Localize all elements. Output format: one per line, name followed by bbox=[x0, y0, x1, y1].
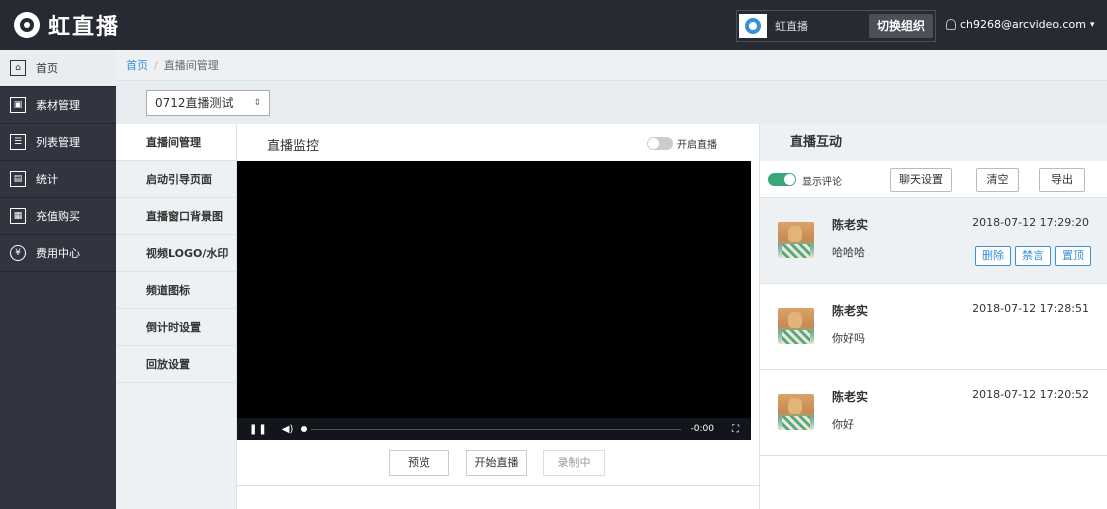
user-email: ch9268@arcvideo.com bbox=[960, 18, 1086, 31]
comment-item[interactable]: 陈老实 2018-07-12 17:28:51 你好吗 bbox=[760, 284, 1107, 370]
user-icon bbox=[946, 19, 956, 30]
comment-time: 2018-07-12 17:29:20 bbox=[972, 216, 1089, 229]
pin-comment-button[interactable]: 置顶 bbox=[1055, 246, 1091, 266]
sidebar-item-recharge[interactable]: ▦ 充值购买 bbox=[0, 198, 116, 235]
select-arrow-icon: ⇕ bbox=[253, 98, 261, 108]
sidebar-item-stats[interactable]: ▤ 统计 bbox=[0, 161, 116, 198]
chart-icon: ▤ bbox=[10, 171, 26, 187]
sidebar-item-label: 充值购买 bbox=[36, 210, 80, 223]
org-logo-icon bbox=[739, 14, 767, 38]
fullscreen-icon[interactable]: ⛶ bbox=[732, 424, 739, 435]
comment-author: 陈老实 bbox=[832, 390, 869, 404]
list-icon: ☰ bbox=[10, 134, 26, 150]
time-remaining: -0:00 bbox=[690, 424, 714, 434]
comment-actions: 删除 禁言 置顶 bbox=[975, 246, 1091, 266]
clear-button[interactable]: 清空 bbox=[976, 168, 1019, 192]
user-menu[interactable]: ch9268@arcvideo.com ▾ bbox=[946, 18, 1094, 31]
comment-text: 你好吗 bbox=[832, 332, 865, 345]
comment-time: 2018-07-12 17:28:51 bbox=[972, 302, 1089, 315]
progress-bar[interactable] bbox=[311, 428, 681, 430]
org-name: 虹直播 bbox=[775, 20, 808, 33]
video-actions: 预览 开始直播 录制中 bbox=[237, 440, 759, 486]
volume-icon[interactable]: ◀) bbox=[282, 424, 294, 435]
avatar bbox=[778, 308, 814, 344]
room-select-bar: 0712直播测试 ⇕ bbox=[116, 81, 1107, 124]
comment-author: 陈老实 bbox=[832, 218, 869, 232]
sidebar-item-label: 费用中心 bbox=[36, 247, 80, 260]
media-icon: ▣ bbox=[10, 97, 26, 113]
sidebar-item-label: 统计 bbox=[36, 173, 58, 186]
subnav-item-guide-page[interactable]: 启动引导页面 bbox=[116, 161, 236, 198]
start-live-button[interactable]: 开始直播 bbox=[466, 450, 527, 476]
mute-user-button[interactable]: 禁言 bbox=[1015, 246, 1051, 266]
live-toggle-label: 开启直播 bbox=[677, 140, 717, 151]
chat-settings-button[interactable]: 聊天设置 bbox=[890, 168, 952, 192]
recording-button[interactable]: 录制中 bbox=[543, 450, 605, 476]
sidebar-item-list[interactable]: ☰ 列表管理 bbox=[0, 124, 116, 161]
comment-author: 陈老实 bbox=[832, 304, 869, 318]
sidebar-item-media[interactable]: ▣ 素材管理 bbox=[0, 87, 116, 124]
interaction-panel: 直播互动 显示评论 聊天设置 清空 导出 陈老实 2018-07-12 17:2… bbox=[759, 124, 1107, 509]
show-comments-toggle[interactable] bbox=[768, 173, 796, 186]
sidebar-item-label: 首页 bbox=[36, 62, 58, 75]
avatar bbox=[778, 222, 814, 258]
subnav-item-channel-icon[interactable]: 频道图标 bbox=[116, 272, 236, 309]
preview-button[interactable]: 预览 bbox=[389, 450, 449, 476]
sidebar-item-label: 列表管理 bbox=[36, 136, 80, 149]
app-title: 虹直播 bbox=[48, 15, 121, 40]
breadcrumb-home-link[interactable]: 首页 bbox=[126, 57, 148, 73]
subnav-item-countdown[interactable]: 倒计时设置 bbox=[116, 309, 236, 346]
top-bar: 虹直播 虹直播 切换组织 ch9268@arcvideo.com ▾ bbox=[0, 0, 1107, 50]
breadcrumb: 首页 / 直播间管理 bbox=[116, 50, 1107, 81]
logo-icon bbox=[14, 12, 40, 38]
sidebar: ⌂ 首页 ▣ 素材管理 ☰ 列表管理 ▤ 统计 ▦ 充值购买 ¥ 费用中心 bbox=[0, 50, 116, 509]
monitor-header: 直播监控 开启直播 bbox=[237, 124, 759, 161]
calculator-icon: ▦ bbox=[10, 208, 26, 224]
comment-time: 2018-07-12 17:20:52 bbox=[972, 388, 1089, 401]
subnav-item-playback[interactable]: 回放设置 bbox=[116, 346, 236, 383]
pause-icon[interactable]: ❚❚ bbox=[249, 424, 268, 435]
caret-down-icon: ▾ bbox=[1089, 19, 1095, 30]
subnav-item-window-background[interactable]: 直播窗口背景图 bbox=[116, 198, 236, 235]
room-settings-nav: 直播间管理 启动引导页面 直播窗口背景图 视频LOGO/水印 频道图标 倒计时设… bbox=[116, 124, 237, 509]
comment-text: 哈哈哈 bbox=[832, 246, 865, 259]
yen-icon: ¥ bbox=[10, 245, 26, 261]
show-comments-label: 显示评论 bbox=[802, 177, 842, 188]
sidebar-item-billing[interactable]: ¥ 费用中心 bbox=[0, 235, 116, 272]
comment-item[interactable]: 陈老实 2018-07-12 17:29:20 哈哈哈 删除 禁言 置顶 bbox=[760, 198, 1107, 284]
room-select-value: 0712直播测试 bbox=[155, 96, 234, 110]
toggle-switch[interactable] bbox=[647, 137, 673, 150]
export-button[interactable]: 导出 bbox=[1039, 168, 1085, 192]
interaction-title: 直播互动 bbox=[760, 124, 1107, 161]
switch-org-button[interactable]: 切换组织 bbox=[869, 14, 934, 38]
sidebar-item-home[interactable]: ⌂ 首页 bbox=[0, 50, 116, 87]
delete-comment-button[interactable]: 删除 bbox=[975, 246, 1011, 266]
subnav-item-logo-watermark[interactable]: 视频LOGO/水印 bbox=[116, 235, 236, 272]
org-switcher: 虹直播 切换组织 bbox=[736, 10, 936, 42]
progress-handle[interactable] bbox=[301, 426, 308, 432]
sidebar-item-label: 素材管理 bbox=[36, 99, 80, 112]
video-player[interactable]: ❚❚ ◀) -0:00 ⛶ bbox=[237, 161, 751, 440]
player-controls: ❚❚ ◀) -0:00 ⛶ bbox=[237, 418, 751, 440]
monitor-title: 直播监控 bbox=[267, 139, 320, 154]
app-logo[interactable]: 虹直播 bbox=[14, 9, 120, 41]
live-toggle[interactable]: 开启直播 bbox=[647, 136, 717, 151]
home-icon: ⌂ bbox=[10, 60, 26, 76]
room-select[interactable]: 0712直播测试 ⇕ bbox=[146, 90, 270, 116]
comment-item[interactable]: 陈老实 2018-07-12 17:20:52 你好 bbox=[760, 370, 1107, 456]
subnav-item-room-manage[interactable]: 直播间管理 bbox=[116, 124, 236, 161]
interaction-toolbar: 显示评论 聊天设置 清空 导出 bbox=[760, 161, 1107, 198]
comment-text: 你好 bbox=[832, 418, 854, 431]
breadcrumb-current: 直播间管理 bbox=[163, 59, 219, 72]
avatar bbox=[778, 394, 814, 430]
breadcrumb-separator: / bbox=[154, 58, 158, 72]
